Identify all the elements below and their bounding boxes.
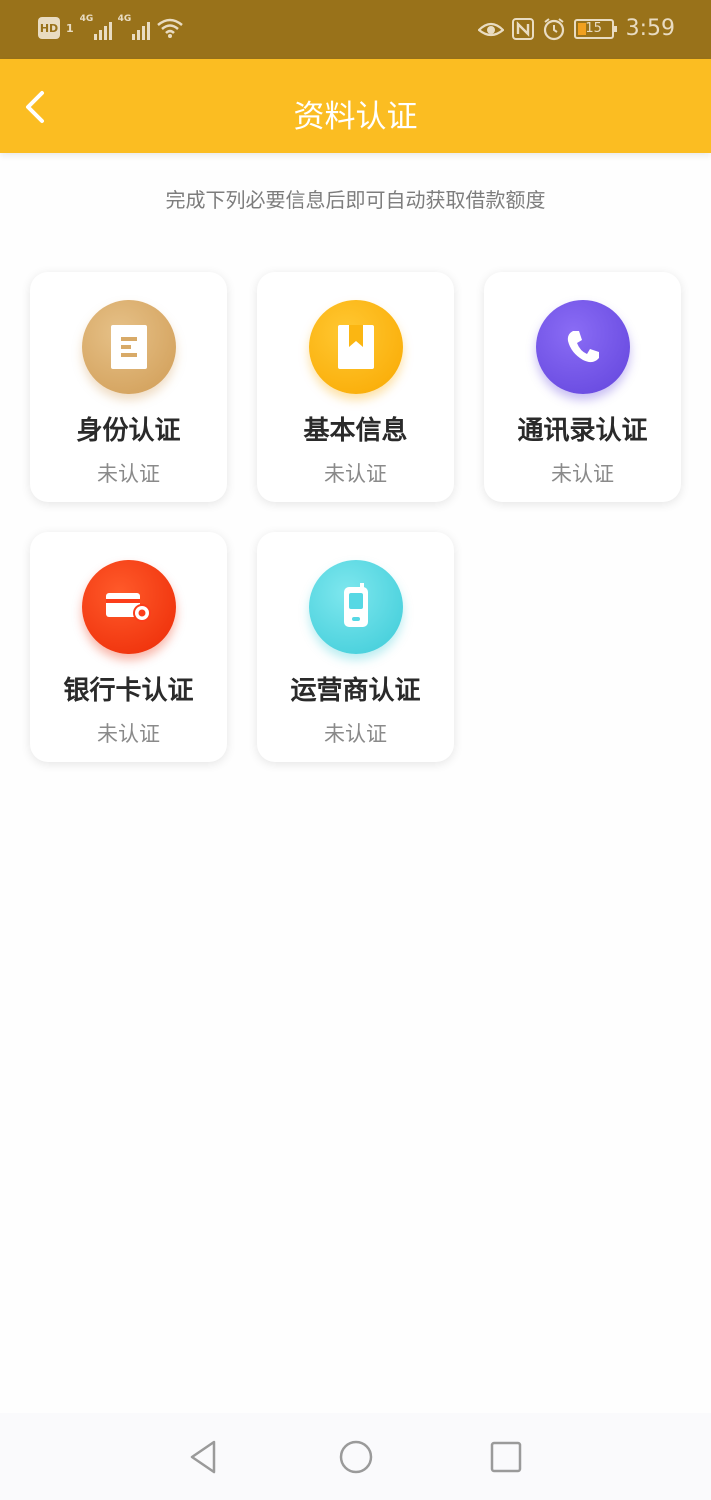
card-basic-info[interactable]: 基本信息 未认证 (257, 272, 454, 502)
mobile-icon (309, 560, 403, 654)
network-type-label: 4G (79, 14, 94, 24)
signal-icon: 4G (117, 14, 150, 40)
card-carrier-verification[interactable]: 运营商认证 未认证 (257, 532, 454, 762)
phone-icon (536, 300, 630, 394)
home-circle-icon[interactable] (338, 1439, 374, 1475)
card-status: 未认证 (551, 462, 614, 486)
battery-icon: 15 (573, 18, 617, 39)
subtitle: 完成下列必要信息后即可自动获取借款额度 (165, 188, 546, 212)
app-header: 资料认证 (0, 59, 711, 153)
status-bar: HD 1 4G 4G 15 3:59 (0, 0, 711, 59)
card-title: 运营商认证 (290, 676, 421, 706)
card-title: 银行卡认证 (63, 676, 194, 706)
card-status: 未认证 (97, 722, 160, 746)
card-status: 未认证 (97, 462, 160, 486)
card-bank-card-verification[interactable]: 银行卡认证 未认证 (30, 532, 227, 762)
back-triangle-icon[interactable] (186, 1439, 222, 1475)
battery-level: 15 (585, 21, 602, 36)
signal-icon: 4G (79, 14, 112, 40)
card-title: 身份认证 (76, 416, 181, 446)
card-status: 未认证 (324, 722, 387, 746)
page-title: 资料认证 (293, 99, 418, 135)
nfc-icon (511, 17, 534, 40)
sim-number: 1 (66, 21, 74, 35)
eye-icon (477, 22, 504, 36)
network-type-label: 4G (117, 14, 132, 24)
card-title: 通讯录认证 (517, 416, 648, 446)
status-left: HD 1 4G 4G (38, 14, 184, 40)
bookmark-icon (309, 300, 403, 394)
card-title: 基本信息 (303, 416, 408, 446)
card-contacts-verification[interactable]: 通讯录认证 未认证 (484, 272, 681, 502)
alarm-icon (543, 17, 564, 40)
system-nav-bar (0, 1413, 711, 1500)
wifi-icon (156, 18, 183, 38)
recents-square-icon[interactable] (488, 1439, 524, 1475)
status-right: 15 3:59 (477, 16, 675, 41)
hd-icon: HD (38, 17, 60, 39)
id-card-icon (82, 300, 176, 394)
hd-label: HD (39, 21, 59, 35)
card-id-verification[interactable]: 身份认证 未认证 (30, 272, 227, 502)
status-time: 3:59 (625, 16, 675, 41)
card-status: 未认证 (324, 462, 387, 486)
bank-card-icon (82, 560, 176, 654)
